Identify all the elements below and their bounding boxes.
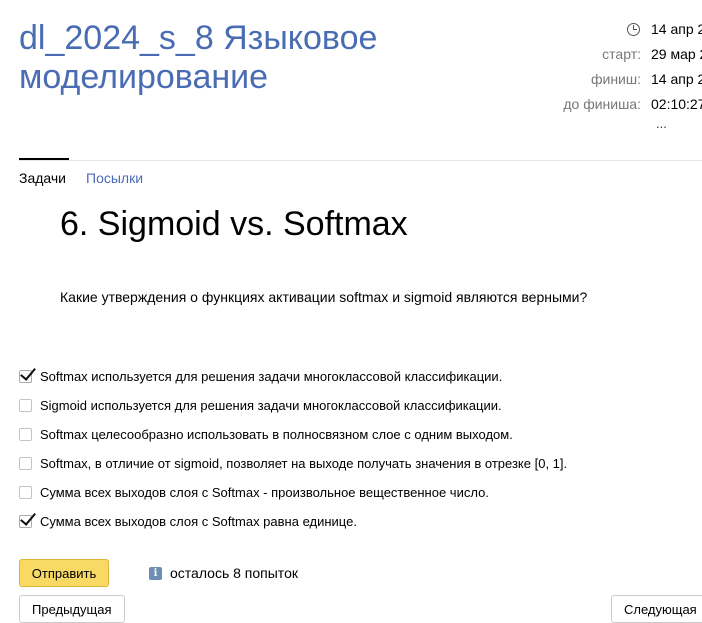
answer-option[interactable]: Softmax, в отличие от sigmoid, позволяет… — [19, 453, 567, 473]
option-label: Softmax, в отличие от sigmoid, позволяет… — [40, 455, 568, 471]
answer-option[interactable]: Сумма всех выходов слоя с Softmax - прои… — [19, 482, 489, 502]
tabs-divider — [19, 160, 702, 161]
submit-button[interactable]: Отправить — [19, 559, 109, 587]
remaining-label: до финиша: — [563, 96, 641, 112]
option-checkbox[interactable] — [19, 508, 36, 528]
problem-title: 6. Sigmoid vs. Softmax — [60, 205, 408, 243]
meta-more-link[interactable]: ... — [656, 116, 667, 131]
checkmark-icon — [20, 363, 36, 381]
tab-problems[interactable]: Задачи — [19, 170, 66, 186]
remaining-value: 02:10:27 — [651, 96, 702, 112]
answer-option[interactable]: Softmax целесообразно использовать в пол… — [19, 424, 513, 444]
attempts-left-text: осталось 8 попыток — [170, 565, 298, 581]
checkmark-icon — [20, 508, 36, 526]
problem-question: Какие утверждения о функциях активации s… — [60, 289, 588, 305]
answer-option[interactable]: Softmax используется для решения задачи … — [19, 363, 503, 386]
clock-icon — [627, 23, 640, 36]
start-value: 29 мар 2 — [651, 46, 702, 62]
option-checkbox[interactable] — [19, 363, 36, 383]
option-checkbox[interactable] — [19, 427, 32, 441]
previous-problem-button[interactable]: Предыдущая — [19, 595, 125, 623]
option-label: Softmax целесообразно использовать в пол… — [40, 426, 513, 442]
option-label: Softmax используется для решения задачи … — [40, 368, 503, 384]
option-label: Sigmoid используется для решения задачи … — [40, 397, 502, 413]
info-icon: i — [149, 566, 162, 580]
option-label: Сумма всех выходов слоя с Softmax равна … — [40, 513, 357, 529]
attempts-info: i осталось 8 попыток — [149, 565, 298, 581]
option-checkbox[interactable] — [19, 485, 32, 499]
current-time: 14 апр 2 — [651, 21, 702, 37]
start-label: старт: — [602, 46, 641, 62]
contest-title: dl_2024_s_8 Языковое моделирование — [19, 19, 378, 96]
option-checkbox[interactable] — [19, 456, 32, 470]
finish-value: 14 апр 2 — [651, 71, 702, 87]
next-problem-button[interactable]: Следующая — [611, 595, 702, 623]
answer-option[interactable]: Sigmoid используется для решения задачи … — [19, 395, 502, 415]
finish-label: финиш: — [590, 71, 641, 87]
option-checkbox[interactable] — [19, 398, 32, 412]
option-label: Сумма всех выходов слоя с Softmax - прои… — [40, 484, 489, 500]
tab-submissions[interactable]: Посылки — [86, 170, 143, 186]
answer-option[interactable]: Сумма всех выходов слоя с Softmax равна … — [19, 508, 357, 531]
